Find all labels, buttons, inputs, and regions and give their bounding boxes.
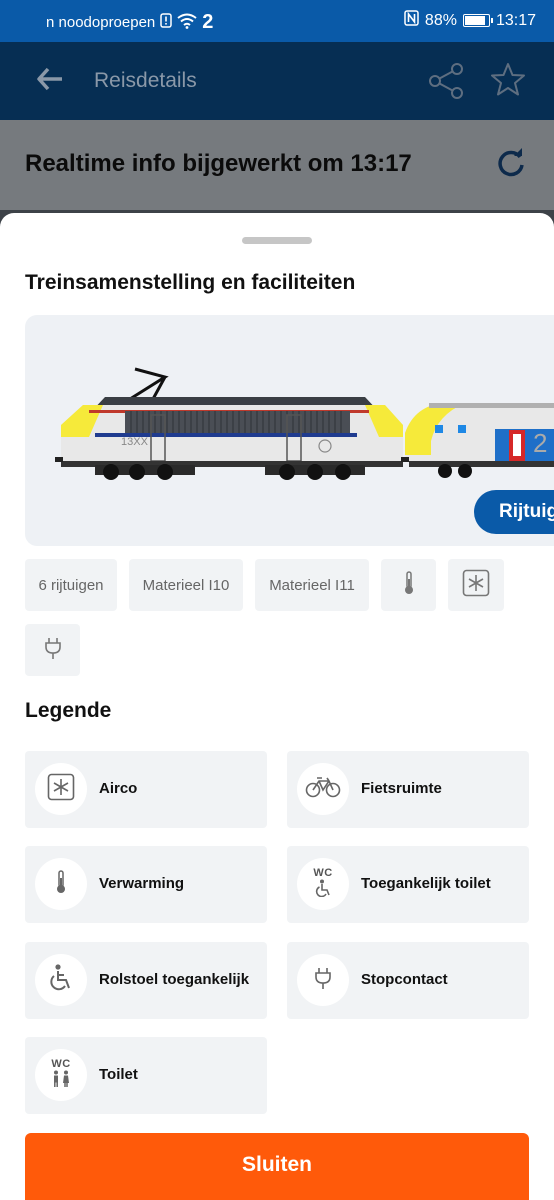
alert-icon [160, 13, 173, 32]
plug-icon [44, 636, 62, 664]
thermometer-icon [402, 570, 416, 600]
legend-item-airco: Airco [25, 751, 267, 828]
thermometer-icon [54, 869, 68, 900]
app-bar: Reisdetails [0, 42, 554, 120]
legend-item-toilet: WC Toilet [25, 1037, 267, 1114]
legend-item-accessible-toilet: WC Toegankelijk toilet [287, 846, 529, 923]
legend-label: Toilet [99, 1066, 138, 1083]
legend-item-bike: Fietsruimte [287, 751, 529, 828]
coach-image [401, 403, 554, 478]
status-bar: n noodoproepen 2 88% 13:17 [0, 0, 554, 42]
sim-indicator: 2 [202, 11, 214, 33]
legend-item-socket: Stopcontact [287, 942, 529, 1019]
accessible-toilet-icon [314, 879, 332, 902]
nfc-icon [404, 10, 419, 31]
wifi-icon [177, 13, 197, 33]
legend-label: Toegankelijk toilet [361, 875, 491, 892]
battery-icon [462, 14, 493, 27]
chip-socket [25, 624, 80, 676]
chip-airco [448, 559, 504, 611]
close-button[interactable]: Sluiten [25, 1133, 529, 1200]
chip-material-i11: Materieel I11 [255, 559, 369, 611]
facilities-sheet: Treinsamenstelling en faciliteiten 13XX … [0, 213, 554, 1200]
locomotive-number: 13XX [121, 436, 149, 448]
toilet-icon [51, 1070, 71, 1093]
snowflake-icon [462, 569, 490, 601]
page-title: Reisdetails [94, 69, 197, 92]
share-icon[interactable] [426, 61, 466, 106]
snowflake-icon [47, 773, 75, 806]
wc-badge: WC [313, 866, 333, 879]
legend-item-heating: Verwarming [25, 846, 267, 923]
emergency-calls-text: n noodoproepen [46, 14, 156, 31]
coach-number: 2 [533, 428, 547, 458]
wheelchair-icon [48, 963, 74, 997]
chip-coaches: 6 rijtuigen [25, 559, 117, 611]
legend-title: Legende [25, 699, 112, 722]
status-time: 13:17 [495, 11, 536, 29]
legend-item-wheelchair: Rolstoel toegankelijk [25, 942, 267, 1019]
realtime-banner: Realtime info bijgewerkt om 13:17 [0, 120, 554, 210]
sheet-drag-handle[interactable] [242, 237, 312, 244]
legend-label: Stopcontact [361, 971, 448, 988]
legend-label: Verwarming [99, 875, 185, 892]
rijtuig-button[interactable]: Rijtuig [474, 490, 554, 534]
wc-badge: WC [51, 1057, 71, 1070]
back-arrow-icon[interactable] [36, 66, 64, 97]
legend-label: Rolstoel toegankelijk [99, 971, 250, 988]
sheet-title: Treinsamenstelling en faciliteiten [25, 271, 356, 294]
star-icon[interactable] [489, 61, 527, 104]
legend-label: Airco [99, 780, 138, 797]
locomotive-image [55, 367, 411, 480]
chip-material-i10: Materieel I10 [129, 559, 243, 611]
chip-heating [381, 559, 436, 611]
battery-percent: 88% [424, 11, 457, 29]
refresh-icon[interactable] [496, 148, 526, 183]
bicycle-icon [305, 776, 341, 803]
realtime-info-text: Realtime info bijgewerkt om 13:17 [25, 150, 412, 177]
legend-label: Fietsruimte [361, 780, 442, 797]
plug-icon [314, 966, 332, 995]
